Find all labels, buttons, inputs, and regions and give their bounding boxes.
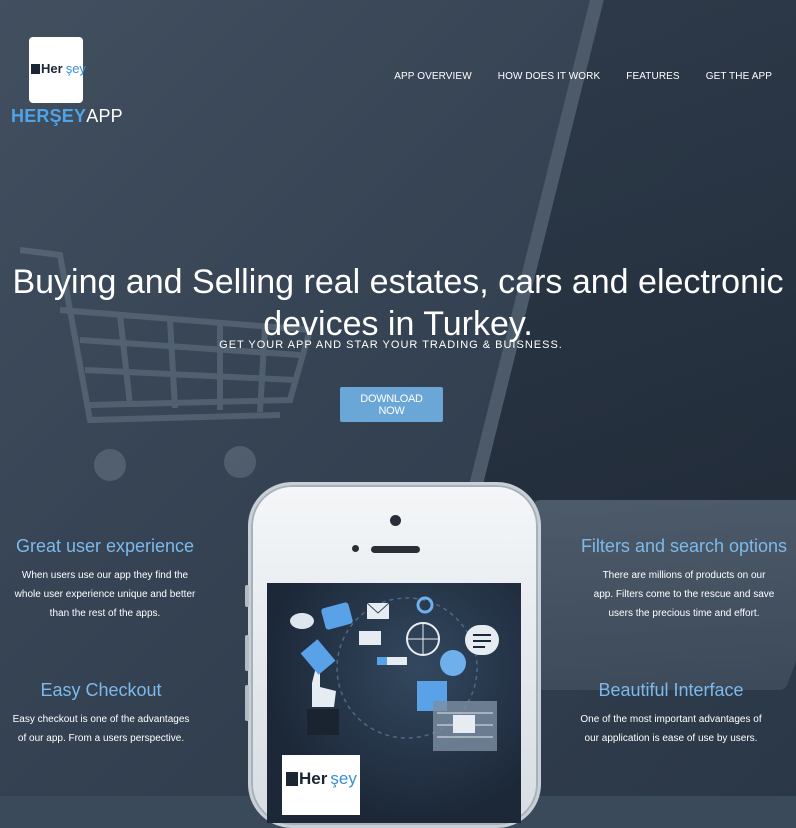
brand-name-part2: APP <box>86 106 123 126</box>
nav-app-overview[interactable]: APP OVERVIEW <box>394 71 472 82</box>
tablet-icon <box>321 602 353 630</box>
phone-sensor-icon <box>352 545 359 552</box>
brand-name[interactable]: HERŞEYAPP <box>11 106 123 127</box>
hero-title-line1: Buying and Selling real estates, cars an… <box>12 262 784 301</box>
feature-description: Easy checkout is one of the advantages o… <box>0 710 202 748</box>
phone-mute-switch <box>245 585 249 607</box>
feature-line: There are millions of products on our <box>602 570 766 581</box>
screen-logo: Her şey <box>282 755 360 815</box>
feature-line: app. Filters come to the rescue and save <box>593 589 775 600</box>
globe-icon <box>406 622 440 656</box>
feature-easy-checkout: Easy Checkout Easy checkout is one of th… <box>0 680 202 748</box>
feature-line: of our app. From a users perspective. <box>17 733 185 744</box>
feature-filters-and-search: Filters and search options There are mil… <box>575 536 793 623</box>
mobile-payment-icon <box>300 639 336 675</box>
feature-line: When users use our app they find the <box>21 570 189 581</box>
feature-description: One of the most important advantages of … <box>575 710 767 748</box>
nav-how-does-it-work[interactable]: HOW DOES IT WORK <box>498 71 601 82</box>
nav-features[interactable]: FEATURES <box>626 71 679 82</box>
logo-square-icon <box>31 63 40 74</box>
download-now-button[interactable]: DOWNLOAD NOW <box>340 387 443 422</box>
screen-logo-text-accent: şey <box>330 769 357 788</box>
phone-volume-up <box>245 635 249 671</box>
magnifier-icon <box>440 650 466 676</box>
hand-pointer-icon <box>307 667 339 735</box>
logo-square-icon <box>286 772 298 786</box>
screen-logo-mark: Her şey <box>286 769 357 789</box>
phone-speaker-icon <box>371 546 420 553</box>
logo-mark: Her şey <box>31 61 86 76</box>
feature-description: There are millions of products on our ap… <box>575 566 793 623</box>
hero-title: Buying and Selling real estates, cars an… <box>0 261 796 345</box>
barcode-icon <box>453 715 475 733</box>
chat-bubble-icon <box>465 625 499 655</box>
feature-description: When users use our app they find the who… <box>0 566 210 623</box>
feature-line: whole user experience unique and better <box>14 589 196 600</box>
feature-title: Filters and search options <box>580 536 788 556</box>
feature-title: Beautiful Interface <box>598 680 744 700</box>
nav-get-the-app[interactable]: GET THE APP <box>706 71 772 82</box>
feature-beautiful-interface: Beautiful Interface One of the most impo… <box>575 680 767 748</box>
phone-volume-down <box>245 685 249 721</box>
logo-text-accent: şey <box>65 61 86 76</box>
feature-title: Easy Checkout <box>40 680 162 700</box>
feature-great-user-experience: Great user experience When users use our… <box>0 536 210 623</box>
feature-line: than the rest of the apps. <box>49 608 161 619</box>
logo[interactable]: Her şey <box>29 37 86 103</box>
feature-line: users the precious time and effort. <box>608 608 760 619</box>
feature-line: One of the most important advantages of <box>580 714 762 725</box>
phone-mockup: Her şey <box>245 482 541 828</box>
feature-line: our application is ease of use by users. <box>584 733 758 744</box>
brand-name-part1: HERŞEY <box>11 106 87 126</box>
logo-text-main: Her <box>41 61 63 76</box>
progress-icon <box>377 657 407 665</box>
feature-line: Easy checkout is one of the advantages <box>12 714 190 725</box>
phone-screen: Her şey <box>267 583 521 823</box>
cloud-icon <box>290 613 314 629</box>
screen-logo-text-main: Her <box>299 769 328 788</box>
envelope-icon <box>366 602 390 619</box>
phone-camera-icon <box>390 515 401 526</box>
hero-subtitle: GET YOUR APP AND STAR YOUR TRADING & BUI… <box>219 339 563 351</box>
card-icon <box>359 631 381 645</box>
main-nav: APP OVERVIEW HOW DOES IT WORK FEATURES G… <box>394 71 772 82</box>
feature-title: Great user experience <box>15 536 195 556</box>
